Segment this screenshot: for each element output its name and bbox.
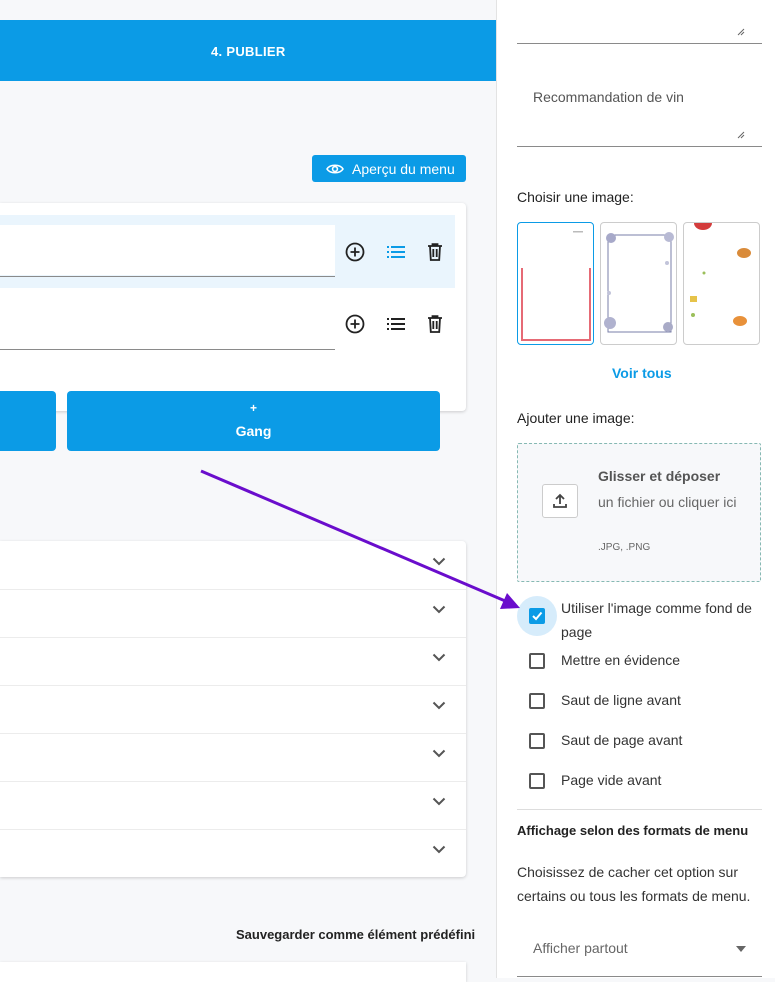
chevron-down-icon bbox=[432, 605, 446, 614]
choose-image-label: Choisir une image: bbox=[517, 189, 634, 205]
checkbox-label: Saut de ligne avant bbox=[561, 692, 681, 708]
chevron-down-icon bbox=[432, 797, 446, 806]
image-thumbnail[interactable] bbox=[683, 222, 760, 345]
bottom-card bbox=[0, 962, 466, 982]
accordion-row[interactable] bbox=[0, 733, 466, 782]
checkbox[interactable] bbox=[529, 733, 545, 749]
checkbox[interactable] bbox=[529, 773, 545, 789]
food-thumbnail bbox=[690, 223, 751, 326]
list-icon[interactable] bbox=[384, 240, 408, 264]
chevron-down-icon bbox=[432, 701, 446, 710]
dropzone-formats: .JPG, .PNG bbox=[598, 542, 651, 553]
step-publish-label[interactable]: 4. PUBLIER bbox=[211, 44, 286, 59]
checkbox-label: Saut de page avant bbox=[561, 732, 683, 748]
add-gang-label: Gang bbox=[235, 423, 272, 439]
accordion-row[interactable] bbox=[0, 781, 466, 830]
eye-icon bbox=[326, 163, 344, 174]
menu-preview-button[interactable]: Aperçu du menu bbox=[312, 155, 466, 182]
field-underline bbox=[0, 276, 335, 277]
accordion-row[interactable] bbox=[0, 637, 466, 686]
caret-down-icon bbox=[736, 946, 746, 952]
trash-icon[interactable] bbox=[423, 312, 447, 336]
checkbox-label: Mettre en évidence bbox=[561, 652, 681, 668]
image-dropzone[interactable]: Glisser et déposer un fichier ou cliquer… bbox=[517, 443, 761, 582]
floral-frame-thumbnail bbox=[604, 232, 674, 333]
upload-button[interactable] bbox=[542, 484, 578, 518]
resize-handle-icon[interactable] bbox=[737, 131, 745, 139]
list-icon[interactable] bbox=[384, 312, 408, 336]
display-section-title: Affichage selon des formats de menu bbox=[517, 823, 749, 838]
pink-frame-thumbnail bbox=[521, 231, 591, 341]
dropzone-subtitle: un fichier ou cliquer ici bbox=[598, 494, 737, 510]
divider bbox=[517, 809, 762, 810]
wine-recommendation-field[interactable] bbox=[517, 146, 762, 147]
sections-accordion bbox=[0, 541, 466, 877]
see-all-link[interactable]: Voir tous bbox=[612, 365, 672, 381]
checkbox-checked[interactable] bbox=[529, 608, 545, 624]
chevron-down-icon bbox=[432, 653, 446, 662]
accordion-row[interactable] bbox=[0, 829, 466, 877]
wine-recommendation-label[interactable]: Recommandation de vin bbox=[533, 89, 684, 105]
plus-icon: + bbox=[249, 401, 257, 415]
add-gang-button[interactable]: + Gang bbox=[67, 391, 440, 451]
item-row-selected bbox=[0, 215, 455, 288]
accordion-row[interactable] bbox=[0, 541, 466, 590]
image-thumbnail-selected[interactable] bbox=[517, 222, 594, 345]
save-preset-link[interactable]: Sauvegarder comme élément prédéfini bbox=[236, 927, 475, 942]
display-format-select[interactable]: Afficher partout bbox=[517, 928, 762, 977]
field-underline bbox=[0, 349, 335, 350]
menu-preview-label: Aperçu du menu bbox=[352, 160, 455, 177]
checkbox-label: Page vide avant bbox=[561, 772, 662, 788]
accordion-row[interactable] bbox=[0, 589, 466, 638]
add-item-button[interactable] bbox=[0, 391, 56, 451]
dropzone-title: Glisser et déposer bbox=[598, 468, 721, 484]
checkbox-label: Utiliser l'image comme fond de page bbox=[561, 600, 752, 640]
add-circle-icon[interactable] bbox=[343, 312, 367, 336]
items-card bbox=[0, 203, 466, 411]
check-icon bbox=[532, 611, 543, 621]
display-section-description: Choisissez de cacher cet option sur cert… bbox=[517, 864, 751, 904]
main-area: 4. PUBLIER Aperçu du menu + Gang Sauvega… bbox=[0, 0, 496, 982]
chevron-down-icon bbox=[432, 749, 446, 758]
chevron-down-icon bbox=[432, 557, 446, 566]
checkbox[interactable] bbox=[529, 653, 545, 669]
image-thumbnail[interactable] bbox=[600, 222, 677, 345]
trash-icon[interactable] bbox=[423, 240, 447, 264]
accordion-row[interactable] bbox=[0, 685, 466, 734]
properties-panel: Recommandation de vin Choisir une image: bbox=[496, 0, 775, 978]
step-bar[interactable]: 4. PUBLIER bbox=[0, 20, 496, 81]
display-format-value: Afficher partout bbox=[533, 940, 628, 956]
add-circle-icon[interactable] bbox=[343, 240, 367, 264]
textarea-underline bbox=[517, 43, 762, 44]
resize-handle-icon[interactable] bbox=[737, 28, 745, 36]
add-image-label: Ajouter une image: bbox=[517, 410, 635, 426]
chevron-down-icon bbox=[432, 845, 446, 854]
item-name-field[interactable] bbox=[0, 225, 335, 275]
checkbox[interactable] bbox=[529, 693, 545, 709]
upload-icon bbox=[553, 493, 567, 508]
